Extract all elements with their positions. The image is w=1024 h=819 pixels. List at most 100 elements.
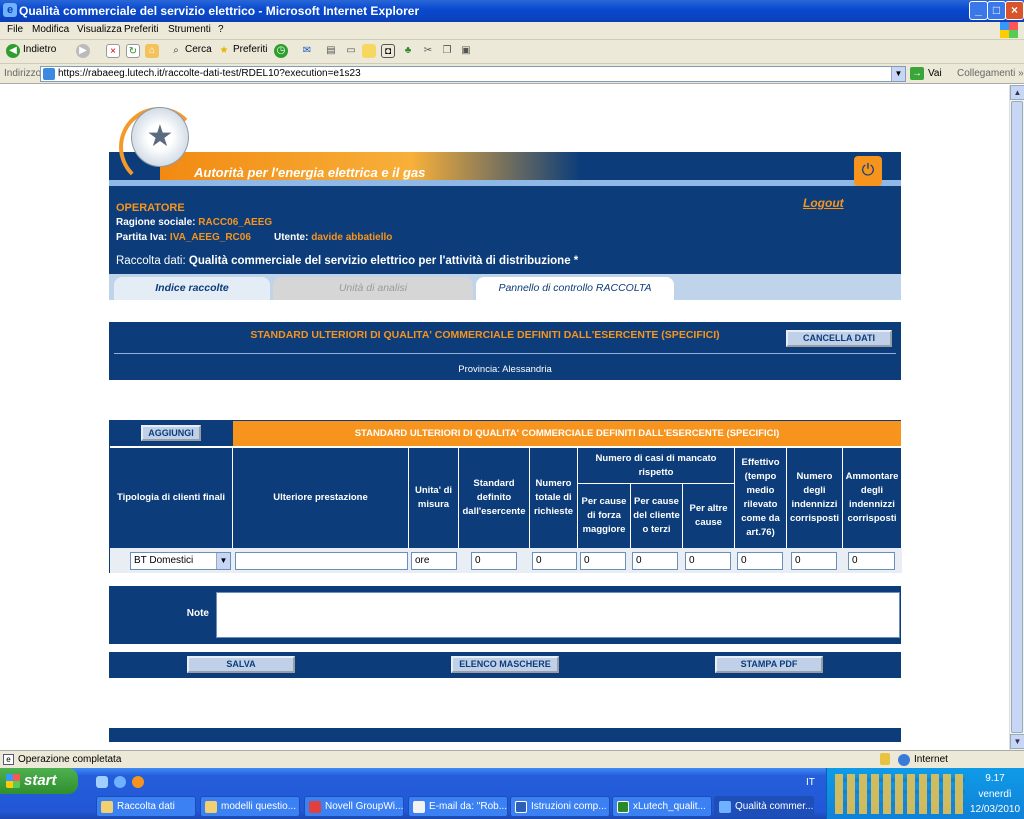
go-button[interactable]: → Vai [910, 67, 942, 80]
discuss-icon[interactable] [362, 44, 376, 58]
table-title: STANDARD ULTERIORI DI QUALITA' COMMERCIA… [233, 421, 901, 446]
quicklaunch-desktop-icon[interactable] [96, 776, 108, 788]
taskbar-item-qualita[interactable]: Qualità commer... [714, 796, 814, 817]
globe-icon [898, 754, 910, 766]
ragione-label: Ragione sociale: [116, 217, 196, 228]
scroll-down-icon[interactable]: ▼ [1010, 734, 1024, 749]
mail-icon[interactable]: ✉ [300, 44, 314, 58]
list-masks-button[interactable]: ELENCO MASCHERE [451, 656, 559, 673]
header-unita: Unita' di misura [409, 448, 459, 548]
page-icon [43, 68, 55, 80]
chevron-down-icon[interactable]: ▼ [216, 553, 230, 569]
quicklaunch-ie-icon[interactable] [114, 776, 126, 788]
maximize-button[interactable]: □ [987, 1, 1006, 20]
tray-icons[interactable] [835, 774, 965, 814]
raccolta-label: Raccolta dati: [116, 255, 186, 267]
refresh-icon[interactable]: ↻ [126, 44, 140, 58]
favorites-button[interactable]: Preferiti [233, 44, 267, 55]
taskbar-item-modelli[interactable]: modelli questio... [200, 796, 300, 817]
search-icon[interactable]: ⌕ [169, 44, 183, 58]
tipologia-select[interactable]: BT Domestici ▼ [130, 552, 231, 570]
forward-arrow-icon[interactable]: ▶ [76, 44, 90, 58]
print-pdf-button[interactable]: STAMPA PDF [715, 656, 823, 673]
clock-day: venerdì [978, 789, 1012, 800]
page-done-icon: e [3, 754, 14, 765]
status-bar: e Operazione completata Internet [0, 750, 1024, 768]
language-indicator[interactable]: IT [806, 777, 815, 788]
footer-bar [109, 728, 901, 742]
operator-heading: OPERATORE [116, 202, 185, 214]
address-input[interactable]: https://rabaeeg.lutech.it/raccolte-dati-… [40, 66, 906, 82]
search-button[interactable]: Cerca [185, 44, 212, 55]
add-button[interactable]: AGGIUNGI [141, 425, 201, 441]
unita-input[interactable]: ore [411, 552, 457, 570]
messenger-icon[interactable]: ♣ [401, 44, 415, 58]
copy-icon[interactable]: ❐ [440, 44, 454, 58]
cancel-data-button[interactable]: CANCELLA DATI [786, 330, 892, 347]
save-button[interactable]: SALVA [187, 656, 295, 673]
richieste-input[interactable]: 0 [532, 552, 577, 570]
section-header: STANDARD ULTERIORI DI QUALITA' COMMERCIA… [109, 322, 901, 380]
menu-visualizza[interactable]: Visualizza [77, 24, 122, 35]
tab-unita-analisi[interactable]: Unità di analisi [273, 277, 473, 300]
menu-file[interactable]: File [7, 24, 23, 35]
stop-icon[interactable]: × [106, 44, 120, 58]
windows-logo-icon [1000, 22, 1018, 38]
window-title: Qualità commerciale del servizio elettri… [19, 4, 420, 18]
address-dropdown-icon[interactable]: ▼ [891, 67, 905, 81]
altre-cause-input[interactable]: 0 [685, 552, 731, 570]
tab-pannello-controllo[interactable]: Pannello di controllo RACCOLTA [476, 277, 674, 300]
back-arrow-icon[interactable]: ◀ [6, 44, 20, 58]
taskbar-item-istruzioni[interactable]: Istruzioni comp... [510, 796, 610, 817]
note-textarea[interactable] [216, 592, 900, 638]
menu-modifica[interactable]: Modifica [32, 24, 69, 35]
window-title-bar[interactable]: e Qualità commerciale del servizio elett… [0, 0, 1024, 22]
favorites-star-icon[interactable]: ★ [217, 44, 231, 58]
effettivo-input[interactable]: 0 [737, 552, 783, 570]
logout-link[interactable]: Logout [803, 196, 844, 210]
taskbar-item-groupwise[interactable]: Novell GroupWi... [304, 796, 404, 817]
minimize-button[interactable]: _ [969, 1, 988, 20]
paste-icon[interactable]: ▣ [459, 44, 473, 58]
word-icon [515, 801, 527, 813]
cause-cliente-input[interactable]: 0 [632, 552, 678, 570]
taskbar-item-raccolta[interactable]: Raccolta dati [96, 796, 196, 817]
home-icon[interactable]: ⌂ [145, 44, 159, 58]
ammontare-input[interactable]: 0 [848, 552, 895, 570]
close-button[interactable]: × [1005, 1, 1024, 20]
taskbar: start Raccolta dati modelli questio... N… [0, 768, 1024, 819]
menu-preferiti[interactable]: Preferiti [124, 24, 158, 35]
history-icon[interactable]: ◷ [274, 44, 288, 58]
header-prestazione: Ulteriore prestazione [233, 448, 409, 548]
cut-icon[interactable]: ✂ [421, 44, 435, 58]
address-label: Indirizzo [4, 68, 42, 79]
vertical-scrollbar[interactable]: ▲ ▼ [1009, 85, 1024, 750]
taskbar-item-xlutech[interactable]: xLutech_qualit... [612, 796, 712, 817]
edit-icon[interactable]: ▭ [344, 44, 358, 58]
tab-indice-raccolte[interactable]: Indice raccolte [114, 277, 270, 300]
research-icon[interactable]: ◘ [381, 44, 395, 58]
standard-input[interactable]: 0 [471, 552, 517, 570]
start-button[interactable]: start [0, 768, 78, 794]
prestazione-input[interactable] [235, 552, 408, 570]
address-bar: Indirizzo https://rabaeeg.lutech.it/racc… [0, 64, 1024, 84]
indennizzi-input[interactable]: 0 [791, 552, 837, 570]
header-richieste: Numero totale di richieste [530, 448, 578, 548]
scroll-thumb[interactable] [1011, 101, 1023, 733]
provincia-text: Provincia: Alessandria [458, 364, 552, 375]
raccolta-value: Qualità commerciale del servizio elettri… [188, 255, 579, 267]
taskbar-item-email[interactable]: E-mail da: "Rob... [408, 796, 508, 817]
menu-strumenti[interactable]: Strumenti [168, 24, 211, 35]
note-label: Note [186, 608, 209, 619]
lock-icon [880, 753, 890, 765]
forza-maggiore-input[interactable]: 0 [580, 552, 626, 570]
scroll-up-icon[interactable]: ▲ [1010, 85, 1024, 100]
links-button[interactable]: Collegamenti » [957, 68, 1024, 79]
tab-bar: Indice raccolte Unità di analisi Pannell… [109, 274, 901, 300]
back-button[interactable]: Indietro [23, 44, 56, 55]
print-icon[interactable]: ▤ [324, 44, 338, 58]
system-tray: 9.17 venerdì 12/03/2010 [826, 768, 1024, 819]
menu-help[interactable]: ? [218, 24, 224, 35]
quicklaunch-media-icon[interactable] [132, 776, 144, 788]
header-mancato-rispetto: Numero di casi di mancato rispetto [578, 448, 735, 484]
